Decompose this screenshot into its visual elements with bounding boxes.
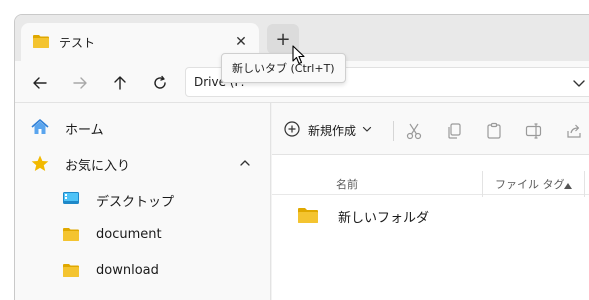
close-icon[interactable]: ✕ [227, 28, 255, 56]
sidebar-item-download[interactable]: download [15, 253, 271, 289]
sidebar-item-desktop[interactable]: デスクトップ [15, 181, 271, 217]
chevron-down-icon[interactable] [572, 76, 586, 93]
arrow-up-icon[interactable] [105, 69, 135, 97]
list-item[interactable]: 新しいフォルダ [280, 199, 589, 229]
sidebar-item-home[interactable]: ホーム [15, 109, 271, 145]
arrow-right-icon[interactable] [65, 69, 95, 97]
refresh-icon[interactable] [145, 69, 175, 97]
sidebar-item-label: download [96, 263, 159, 278]
chevron-down-icon [362, 123, 372, 137]
main-content: 新規作成 名前 ファイル タグ 新しいフォルダ [272, 103, 589, 300]
paste-icon[interactable] [482, 119, 506, 143]
column-header-tags[interactable]: ファイル タグ [495, 176, 565, 192]
arrow-left-icon[interactable] [25, 69, 55, 97]
column-divider[interactable] [584, 171, 585, 197]
toolbar-divider [393, 121, 394, 141]
sidebar-item-favorites[interactable]: お気に入り [15, 145, 271, 181]
folder-icon [63, 263, 79, 280]
home-icon [31, 119, 49, 138]
sidebar-item-label: ホーム [65, 123, 104, 138]
copy-icon[interactable] [442, 119, 466, 143]
navigation-pane: ホーム お気に入り デスクトップ document download [15, 103, 271, 300]
new-button-label: 新規作成 [308, 123, 357, 138]
star-icon [31, 155, 49, 175]
tab-title: テスト [59, 35, 96, 50]
file-name: 新しいフォルダ [338, 211, 430, 226]
sidebar-item-label: お気に入り [65, 159, 131, 174]
chevron-up-icon[interactable] [239, 157, 251, 172]
folder-icon [63, 227, 79, 244]
new-tab-tooltip: 新しいタブ (Ctrl+T) [221, 53, 346, 83]
sidebar-item-document[interactable]: document [15, 217, 271, 253]
sidebar-item-label: document [96, 227, 162, 242]
sort-ascending-icon [564, 178, 572, 192]
sidebar-item-label: デスクトップ [96, 195, 175, 210]
desktop-icon [63, 191, 79, 208]
share-icon[interactable] [562, 119, 586, 143]
folder-icon [33, 34, 49, 51]
new-button[interactable]: 新規作成 [284, 115, 372, 145]
tooltip-text: 新しいタブ (Ctrl+T) [232, 62, 335, 75]
cut-icon[interactable] [402, 119, 426, 143]
folder-icon [298, 207, 318, 226]
command-bar: 新規作成 [272, 103, 589, 155]
column-divider[interactable] [482, 171, 483, 197]
mouse-cursor-icon [292, 45, 306, 68]
plus-circle-icon [284, 120, 300, 140]
column-header-row: 名前 ファイル タグ [272, 163, 589, 197]
rename-icon[interactable] [522, 119, 546, 143]
column-header-name[interactable]: 名前 [336, 176, 358, 192]
